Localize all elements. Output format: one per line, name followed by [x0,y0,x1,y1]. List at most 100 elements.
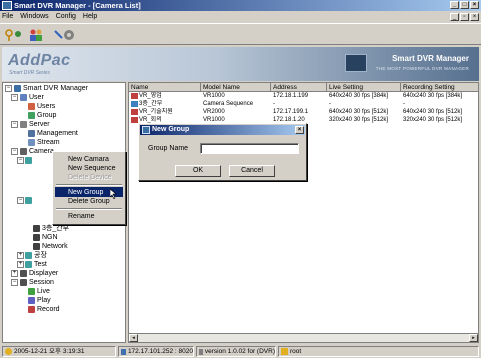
group-name-input[interactable] [200,143,299,154]
company-logo: AddPac [8,52,71,69]
dialog-title: New Group [152,126,190,133]
sequence-icon [131,101,138,107]
column-header-recording[interactable]: Recording Setting [401,83,478,92]
menu-item-new-group[interactable]: New Group [68,188,103,197]
menu-bar: File Windows Config Help _ ▫ × [0,12,481,22]
mdi-close-button[interactable]: × [470,13,479,21]
menu-item-delete-device[interactable]: Delete Device [68,173,112,182]
dvr-device-icon [345,54,367,72]
menu-help[interactable]: Help [83,12,97,22]
column-header-model[interactable]: Model Name [201,83,271,92]
clock-icon [5,348,12,355]
app-icon [2,1,12,10]
tree-live[interactable]: Live [28,287,50,296]
ok-button[interactable]: OK [175,165,221,177]
tree-displayer[interactable]: Displayer [20,269,58,278]
group-icon [28,112,35,119]
tree-stream[interactable]: Stream [28,138,60,147]
menu-file[interactable]: File [2,12,13,22]
connect-button[interactable] [4,27,24,43]
folder-icon [25,157,32,164]
toolbar [0,23,481,45]
dialog-icon [142,126,150,134]
scroll-right-arrow-icon[interactable]: ▸ [469,334,478,342]
collapse-toggle[interactable]: − [17,157,24,164]
tree-node-c[interactable]: Network [33,242,68,251]
collapse-toggle[interactable]: − [11,279,18,286]
product-title: Smart DVR Manager [392,54,469,63]
monitor-icon [20,270,27,277]
tree-node-a[interactable]: 3층_간부 [33,224,69,233]
tree-camera-group-2[interactable] [25,196,32,205]
mdi-restore-button[interactable]: ▫ [460,13,469,21]
record-icon [28,306,35,313]
collapse-toggle[interactable]: − [11,121,18,128]
dialog-title-bar: New Group × [140,125,305,135]
folder-icon [25,197,32,204]
status-datetime: 2005-12-21 오후 3:19:31 [2,346,116,357]
minimize-button[interactable]: _ [450,1,459,9]
session-icon [20,279,27,286]
tree-management[interactable]: Management [28,129,78,138]
maximize-button[interactable]: □ [460,1,469,9]
collapse-toggle[interactable]: − [17,197,24,204]
expand-toggle[interactable]: + [17,261,24,268]
tree-node-b[interactable]: NGN [33,233,58,242]
tree-users[interactable]: Users [28,102,55,111]
table-row[interactable]: VR_영업 VR1000 172.18.1.199 640x240 30 fps… [129,92,478,100]
mdi-minimize-button[interactable]: _ [450,13,459,21]
menu-separator [56,208,122,210]
scroll-left-arrow-icon[interactable]: ◂ [129,334,138,342]
tree-node-e[interactable]: Test [25,260,47,269]
dialog-close-button[interactable]: × [295,126,304,134]
tree-node-d[interactable]: 공장 [25,251,47,260]
collapse-toggle[interactable]: − [11,148,18,155]
tree-camera-group[interactable] [25,156,32,165]
title-bar: Smart DVR Manager - [Camera List] _ □ × [0,0,481,11]
tree-record[interactable]: Record [28,305,60,314]
collapse-toggle[interactable]: − [11,94,18,101]
cancel-button[interactable]: Cancel [229,165,275,177]
status-ip: 172.17.101.252 : 8020 [118,346,194,357]
users-button[interactable] [28,27,44,43]
tree-group[interactable]: Group [28,111,56,120]
tree-root[interactable]: Smart DVR Manager [14,84,88,93]
tools-icon [54,30,74,40]
tree-play[interactable]: Play [28,296,51,305]
tree-camera[interactable]: Camera [20,147,54,156]
tree-user[interactable]: User [20,93,44,102]
menu-config[interactable]: Config [56,12,76,22]
status-version: version 1.0.02 for (DVR) [196,346,276,357]
stream-icon [28,139,35,146]
live-icon [28,288,35,295]
close-button[interactable]: × [470,1,479,9]
mouse-cursor-icon [110,189,117,199]
tree-session[interactable]: Session [20,278,54,287]
column-header-name[interactable]: Name [129,83,201,92]
menu-item-delete-group[interactable]: Delete Group [68,197,110,206]
camera-icon [20,148,27,155]
person-icon [28,103,35,110]
horizontal-scrollbar[interactable]: ◂ ▸ [129,333,478,342]
table-row[interactable]: VR_기술지원 VR2000 172.17.199.1 640x240 30 f… [129,108,478,116]
menu-item-new-camara[interactable]: New Camara [68,155,109,164]
camera-icon [131,109,138,115]
column-header-address[interactable]: Address [271,83,327,92]
menu-item-rename[interactable]: Rename [68,212,94,221]
expand-toggle[interactable]: + [17,252,24,259]
table-header: Name Model Name Address Live Setting Rec… [129,83,478,92]
key-icon [5,29,21,41]
camera-list-table: Name Model Name Address Live Setting Rec… [128,82,479,343]
menu-windows[interactable]: Windows [20,12,48,22]
column-header-live[interactable]: Live Setting [327,83,401,92]
expand-toggle[interactable]: + [11,270,18,277]
tools-button[interactable] [54,27,78,43]
collapse-toggle[interactable]: − [5,85,12,92]
users-icon [30,29,42,41]
tree-server[interactable]: Server [20,120,50,129]
menu-separator [56,184,122,186]
server-icon [20,121,27,128]
table-row[interactable]: 3층_간부 Camera Sequence - - - [129,100,478,108]
group-name-label: Group Name [148,145,189,152]
menu-item-new-sequence[interactable]: New Sequence [68,164,115,173]
